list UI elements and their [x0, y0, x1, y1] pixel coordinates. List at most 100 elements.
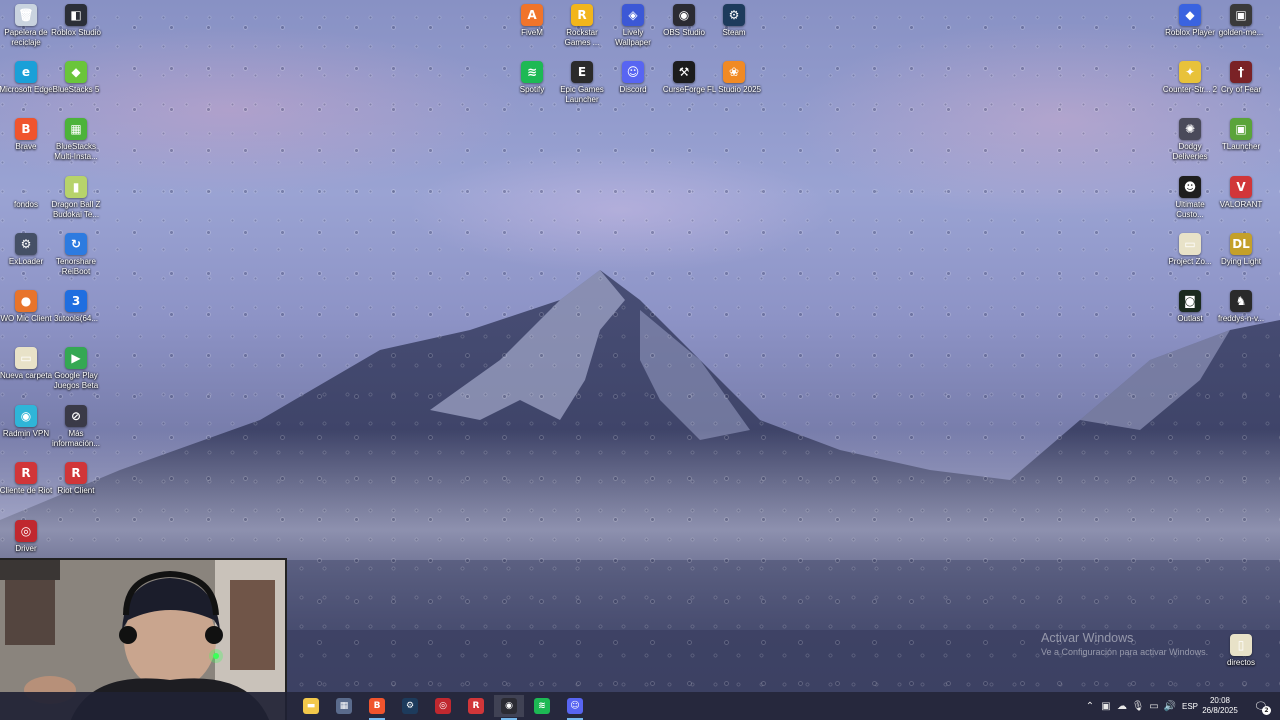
desktop-icon[interactable]: ⚙ Steam: [708, 4, 760, 38]
steam-icon: ⚙: [723, 4, 745, 26]
ultimate-custom-night-icon: ☻: [1179, 176, 1201, 198]
notification-count-badge: 2: [1262, 706, 1271, 715]
onedrive-cloud-icon[interactable]: ☁: [1114, 701, 1130, 712]
desktop-icon-label: Roblox Player: [1165, 28, 1215, 37]
desktop-icon[interactable]: ✺ Dodgy Deliveries: [1164, 118, 1216, 161]
desktop-icon-label: Roblox Studio: [51, 28, 101, 37]
desktop-icon-label: Dragon Ball Z Budokai Te...: [51, 200, 101, 219]
taskbar-app-riot-client[interactable]: R: [461, 695, 491, 717]
desktop-icon[interactable]: ▭ Project Zo...: [1164, 233, 1216, 267]
desktop-icon[interactable]: ⚒ CurseForge: [658, 61, 710, 95]
clock-date: 26/8/2025: [1202, 706, 1238, 715]
desktop-icon-label: Epic Games Launcher: [560, 85, 604, 104]
desktop-icon[interactable]: ◧ Roblox Studio: [50, 4, 102, 38]
taskbar-app-calculator[interactable]: ▦: [329, 695, 359, 717]
desktop-icon[interactable]: ◉ OBS Studio: [658, 4, 710, 38]
desktop-icon[interactable]: B Brave: [0, 118, 52, 152]
desktop-icon-label: directos: [1226, 658, 1255, 667]
rockstar-icon: R: [571, 4, 593, 26]
desktop-icon[interactable]: e Microsoft Edge: [0, 61, 53, 95]
desktop-icon[interactable]: 3 3utools(64...: [50, 290, 102, 324]
desktop-icon[interactable]: R Rockstar Games ...: [556, 4, 608, 47]
taskbar-app-spotify[interactable]: ≋: [527, 695, 557, 717]
desktop-icon-label: OBS Studio: [663, 28, 705, 37]
curseforge-icon: ⚒: [673, 61, 695, 83]
freddys-icon: ♞: [1230, 290, 1252, 312]
desktop-icon[interactable]: ▣ golden-me...: [1215, 4, 1267, 38]
dying-light-icon: DL: [1230, 233, 1252, 255]
network-icon[interactable]: ▭: [1146, 701, 1162, 712]
desktop-icon[interactable]: 🗑 Papelera de reciclaje: [0, 4, 52, 47]
desktop-icon-label: golden-me...: [1218, 28, 1264, 37]
desktop-icon[interactable]: ◈ Lively Wallpaper: [607, 4, 659, 47]
taskbar-app-discord[interactable]: ☺: [560, 695, 590, 720]
desktop-icon[interactable]: E Epic Games Launcher: [556, 61, 608, 104]
desktop-icon[interactable]: R Riot Client: [50, 462, 102, 496]
taskbar-app-brave[interactable]: B: [362, 695, 392, 720]
desktop-icon-label: Cliente de Riot: [0, 486, 53, 495]
desktop-icon-label: Papelera de reciclaje: [4, 28, 48, 47]
desktop-icon[interactable]: ↻ Tenorshare ReiBoot: [50, 233, 102, 276]
desktop-icon-label: Spotify: [519, 85, 545, 94]
desktop-icon[interactable]: ❀ FL Studio 2025: [707, 61, 761, 95]
desktop-icon-label: Rockstar Games ...: [564, 28, 600, 47]
desktop-icon-label: Tenorshare ReiBoot: [55, 257, 97, 276]
desktop-icon[interactable]: A FiveM: [506, 4, 558, 38]
desktop-icon[interactable]: ≋ Spotify: [506, 61, 558, 95]
microphone-icon[interactable]: 🎙: [1130, 701, 1146, 712]
volume-icon[interactable]: 🔊: [1162, 701, 1178, 712]
brave-icon: B: [15, 118, 37, 140]
desktop-icon[interactable]: ◙ Outlast: [1164, 290, 1216, 324]
taskbar-app-riot-vanguard[interactable]: ◎: [428, 695, 458, 717]
desktop-icon[interactable]: ▦ BlueStacks Multi-Insta...: [50, 118, 102, 161]
desktop-icon[interactable]: ◉ Radmin VPN: [0, 405, 52, 439]
desktop-icon[interactable]: fondos: [0, 176, 52, 210]
project-zomboid-icon: ▭: [1179, 233, 1201, 255]
steam-icon: ⚙: [402, 698, 418, 714]
desktop-icon[interactable]: ▭ Nueva carpeta: [0, 347, 52, 381]
desktop-icon[interactable]: ▮ Dragon Ball Z Budokai Te...: [50, 176, 102, 219]
desktop-icon[interactable]: ⚙ ExLoader: [0, 233, 52, 267]
desktop-icon-label: Project Zo...: [1168, 257, 1212, 266]
dodgy-deliveries-icon: ✺: [1179, 118, 1201, 140]
desktop-icon[interactable]: ◎ Driver: [0, 520, 52, 554]
info-icon: ⊘: [65, 405, 87, 427]
riot-client-icon: R: [15, 462, 37, 484]
desktop-icon[interactable]: † Cry of Fear: [1215, 61, 1267, 95]
desktop-icon[interactable]: ✦ Counter-Str... 2: [1163, 61, 1217, 95]
desktop-icon-label: ExLoader: [8, 257, 44, 266]
desktop-icon-label: FiveM: [521, 28, 543, 37]
desktop-icon[interactable]: ◆ Roblox Player: [1164, 4, 1216, 38]
desktop-icon[interactable]: R Cliente de Riot: [0, 462, 52, 496]
taskbar-app-steam[interactable]: ⚙: [395, 695, 425, 717]
desktop-icon-label: TLauncher: [1221, 142, 1261, 151]
desktop-icon[interactable]: ⊘ Más información...: [50, 405, 102, 448]
desktop-icon-label: Cry of Fear: [1220, 85, 1261, 94]
desktop-icon[interactable]: ▣ TLauncher: [1215, 118, 1267, 152]
brave-icon: B: [369, 698, 385, 714]
show-hidden-icons-chevron-icon[interactable]: ⌃: [1082, 701, 1098, 712]
desktop-icon[interactable]: ♞ freddys-n-v...: [1215, 290, 1267, 324]
taskbar-app-obs-studio[interactable]: ◉: [494, 695, 524, 720]
taskbar-clock[interactable]: 20:08 26/8/2025: [1196, 696, 1244, 716]
notification-center-button[interactable]: 🗨 2: [1250, 696, 1272, 716]
desktop-icon[interactable]: ☻ Ultimate Custo...: [1164, 176, 1216, 219]
counter-strike-icon: ✦: [1179, 61, 1201, 83]
fivem-icon: A: [521, 4, 543, 26]
bluestacks-icon: ◆: [65, 61, 87, 83]
desktop-icon-label: Lively Wallpaper: [615, 28, 651, 47]
tray-app-icon[interactable]: ▣: [1098, 701, 1114, 712]
desktop-icon[interactable]: ● WO Mic Client: [0, 290, 52, 324]
folder-icon: ▬: [303, 698, 319, 714]
spotify-icon: ≋: [521, 61, 543, 83]
desktop-icon-label: Dodgy Deliveries: [1172, 142, 1208, 161]
desktop-icon-label: Microsoft Edge: [0, 85, 53, 94]
taskbar-app-file-explorer[interactable]: ▬: [296, 695, 326, 717]
obs-icon: ◉: [673, 4, 695, 26]
desktop-icon[interactable]: ◆ BlueStacks 5: [50, 61, 102, 95]
desktop-icon[interactable]: ☺ Discord: [607, 61, 659, 95]
desktop-icon[interactable]: DL Dying Light: [1215, 233, 1267, 267]
desktop-icon[interactable]: ▶ Google Play Juegos Beta: [50, 347, 102, 390]
desktop-icon[interactable]: ▯ directos: [1215, 634, 1267, 668]
desktop-icon[interactable]: V VALORANT: [1215, 176, 1267, 210]
